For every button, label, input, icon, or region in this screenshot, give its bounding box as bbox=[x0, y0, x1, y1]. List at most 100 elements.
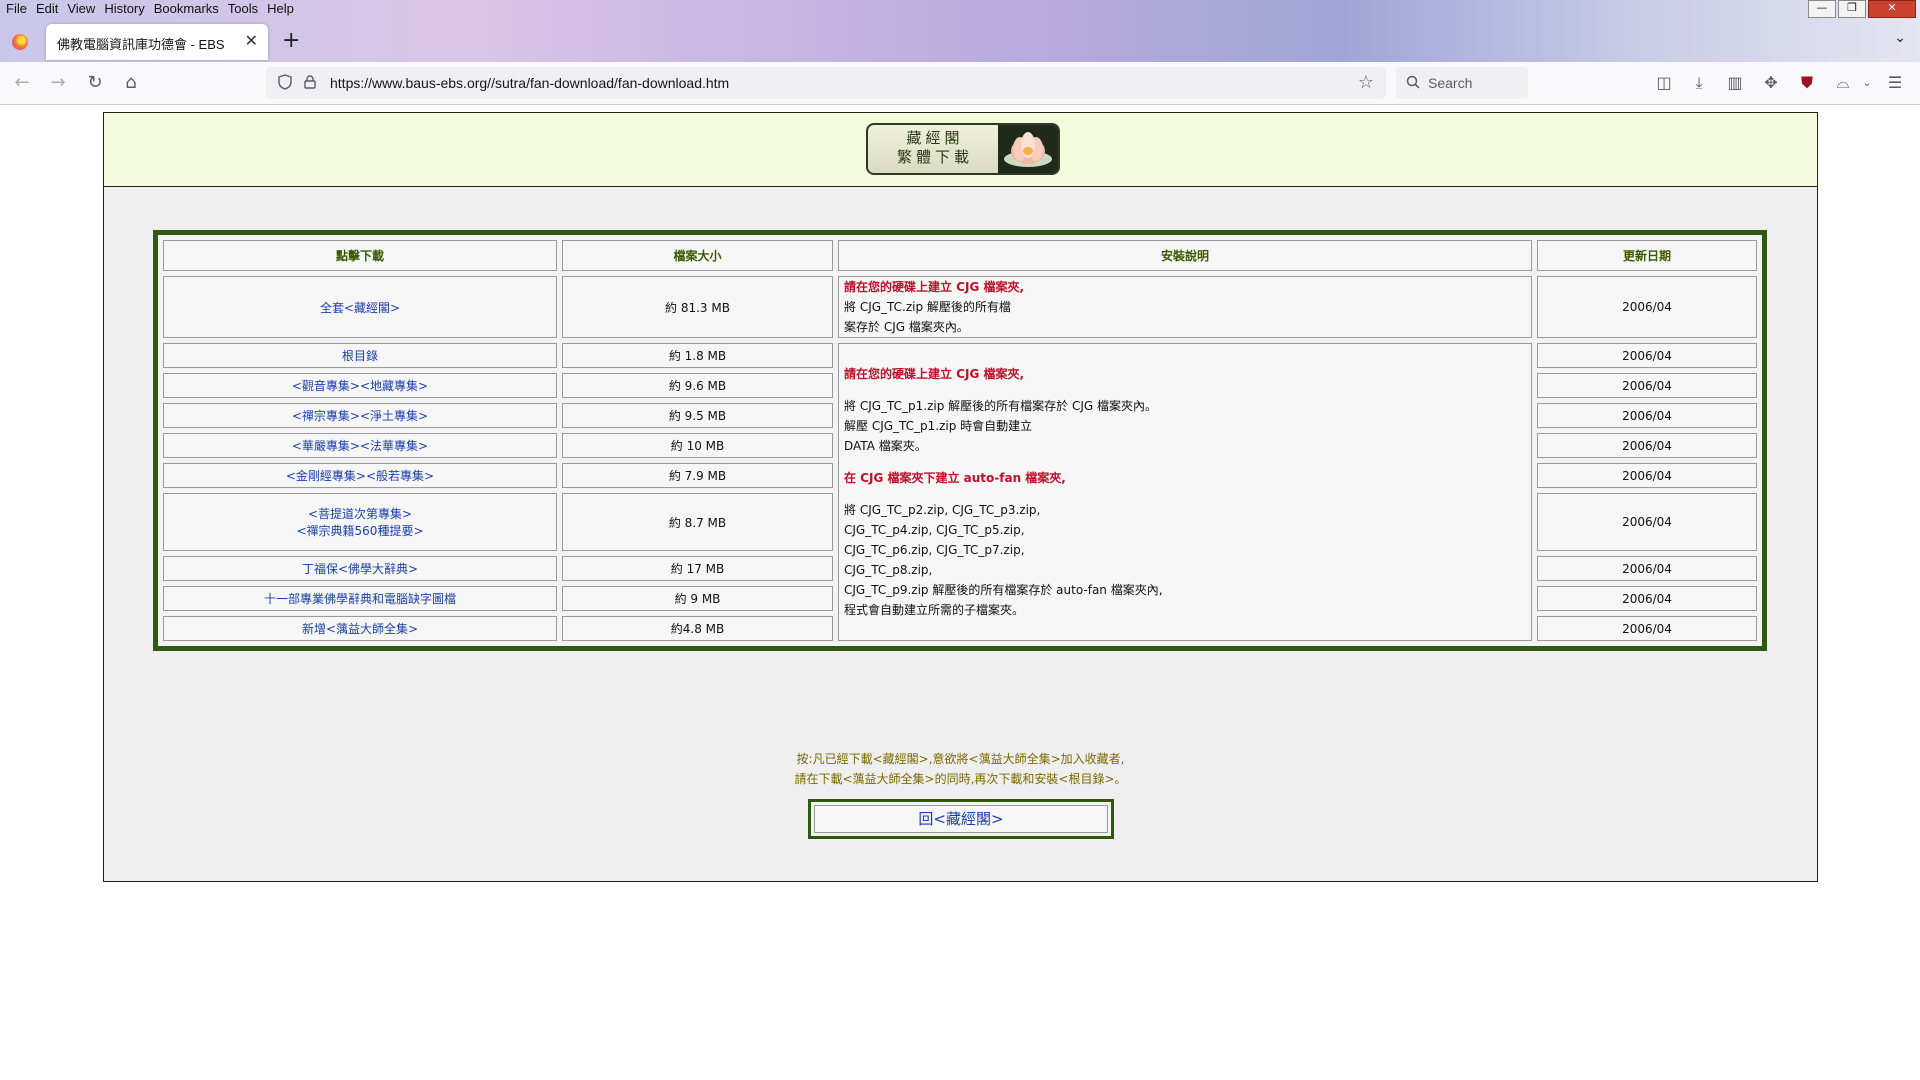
window-controls: — ❐ ✕ bbox=[1808, 0, 1916, 18]
table-header-row: 點擊下載 檔案大小 安裝說明 更新日期 bbox=[163, 240, 1757, 271]
download-link[interactable]: <禪宗專集><淨土專集> bbox=[292, 409, 428, 423]
instruction-line: 案存於 CJG 檔案夾內。 bbox=[844, 320, 969, 334]
page-frame: 藏經閣 繁體下載 點擊下載 檔案大小 安裝說明 更新日期 全套<藏經閣> 約 8… bbox=[103, 112, 1818, 882]
instruction-line: DATA 檔案夾。 bbox=[844, 439, 927, 453]
extensions-icon[interactable]: ✥ bbox=[1760, 72, 1782, 94]
date-cell: 2006/04 bbox=[1537, 373, 1757, 398]
tab-close-icon[interactable]: ✕ bbox=[245, 32, 258, 50]
app-menu-icon[interactable]: ☰ bbox=[1884, 72, 1906, 94]
bookmark-star-icon[interactable]: ☆ bbox=[1358, 72, 1374, 93]
menu-edit[interactable]: Edit bbox=[30, 0, 58, 18]
menu-tools[interactable]: Tools bbox=[222, 0, 258, 18]
search-bar[interactable]: Search bbox=[1396, 67, 1528, 99]
downloads-icon[interactable]: ⤓ bbox=[1688, 72, 1710, 94]
firefox-logo-icon bbox=[12, 34, 28, 50]
chevron-down-icon[interactable]: ⌄ bbox=[1856, 72, 1878, 94]
header-download: 點擊下載 bbox=[163, 240, 557, 271]
menu-bookmarks[interactable]: Bookmarks bbox=[148, 0, 219, 18]
download-cell: 十一部專業佛學辭典和電腦缺字圖檔 bbox=[163, 586, 557, 611]
download-table: 點擊下載 檔案大小 安裝說明 更新日期 全套<藏經閣> 約 81.3 MB 請在… bbox=[153, 230, 1767, 651]
size-cell: 約 7.9 MB bbox=[562, 463, 833, 488]
tab-title: 佛教電腦資訊庫功德會 - EBS bbox=[57, 37, 225, 52]
instructions-cell: 請在您的硬碟上建立 CJG 檔案夾, 將 CJG_TC_p1.zip 解壓後的所… bbox=[838, 343, 1532, 641]
size-cell: 約 9.6 MB bbox=[562, 373, 833, 398]
active-tab[interactable]: 佛教電腦資訊庫功德會 - EBS ✕ bbox=[46, 24, 268, 60]
logo-text: 藏經閣 繁體下載 bbox=[876, 129, 994, 167]
logo-line-2: 繁體下載 bbox=[896, 148, 973, 166]
back-link-box: 回<藏經閣> bbox=[808, 799, 1114, 839]
date-cell: 2006/04 bbox=[1537, 343, 1757, 368]
download-cell: <菩提道次第專集> <禪宗典籍560種提要> bbox=[163, 493, 557, 551]
table-row: 根目錄 約 1.8 MB 請在您的硬碟上建立 CJG 檔案夾, 將 CJG_TC… bbox=[163, 343, 1757, 641]
size-cell: 約 9 MB bbox=[562, 586, 833, 611]
instruction-heading: 在 CJG 檔案夾下建立 auto-fan 檔案夾, bbox=[844, 471, 1066, 485]
download-link[interactable]: <禪宗典籍560種提要> bbox=[296, 524, 423, 538]
menu-file[interactable]: File bbox=[0, 0, 27, 18]
lock-icon[interactable] bbox=[304, 75, 316, 89]
download-link[interactable]: 根目錄 bbox=[342, 349, 378, 363]
header-banner: 藏經閣 繁體下載 bbox=[104, 113, 1817, 187]
date-cell: 2006/04 bbox=[1537, 463, 1757, 488]
size-cell: 約 8.7 MB bbox=[562, 493, 833, 551]
size-cell: 約 17 MB bbox=[562, 556, 833, 581]
pocket-icon[interactable]: ◫ bbox=[1653, 72, 1675, 94]
headphones-icon[interactable]: ⌓ bbox=[1832, 72, 1854, 94]
instruction-heading: 請在您的硬碟上建立 CJG 檔案夾, bbox=[844, 367, 1025, 381]
download-link[interactable]: 十一部專業佛學辭典和電腦缺字圖檔 bbox=[264, 592, 456, 606]
table-row: 全套<藏經閣> 約 81.3 MB 請在您的硬碟上建立 CJG 檔案夾, 將 C… bbox=[163, 276, 1757, 338]
instruction-line: 將 CJG_TC_p2.zip, CJG_TC_p3.zip, bbox=[844, 503, 1041, 517]
new-tab-icon[interactable]: + bbox=[282, 30, 300, 52]
header-update-date: 更新日期 bbox=[1537, 240, 1757, 271]
search-placeholder: Search bbox=[1428, 75, 1473, 91]
site-logo[interactable]: 藏經閣 繁體下載 bbox=[866, 123, 1060, 175]
address-bar[interactable]: https://www.baus-ebs.org//sutra/fan-down… bbox=[266, 67, 1386, 99]
menu-help[interactable]: Help bbox=[261, 0, 294, 18]
download-cell: <觀音專集><地藏專集> bbox=[163, 373, 557, 398]
reload-icon[interactable]: ↻ bbox=[83, 71, 107, 95]
instruction-line: CJG_TC_p6.zip, CJG_TC_p7.zip, bbox=[844, 543, 1025, 557]
menu-history[interactable]: History bbox=[98, 0, 144, 18]
footnote-line: 請在下載<蕅益大師全集>的同時,再次下載和安裝<根目錄>。 bbox=[794, 772, 1127, 786]
date-cell: 2006/04 bbox=[1537, 433, 1757, 458]
footnote-line: 按:凡已經下載<藏經閣>,意欲將<蕅益大師全集>加入收藏者, bbox=[796, 752, 1125, 766]
instruction-line: 將 CJG_TC.zip 解壓後的所有檔 bbox=[844, 300, 1011, 314]
download-cell: 新增<蕅益大師全集> bbox=[163, 616, 557, 641]
date-cell: 2006/04 bbox=[1537, 556, 1757, 581]
download-cell: 全套<藏經閣> bbox=[163, 276, 557, 338]
download-cell: 丁福保<佛學大辭典> bbox=[163, 556, 557, 581]
url-text[interactable]: https://www.baus-ebs.org//sutra/fan-down… bbox=[330, 75, 729, 91]
footnote: 按:凡已經下載<藏經閣>,意欲將<蕅益大師全集>加入收藏者, 請在下載<蕅益大師… bbox=[104, 749, 1817, 789]
home-icon[interactable]: ⌂ bbox=[119, 71, 143, 95]
instructions-cell: 請在您的硬碟上建立 CJG 檔案夾, 將 CJG_TC.zip 解壓後的所有檔 … bbox=[838, 276, 1532, 338]
search-icon bbox=[1406, 75, 1420, 89]
forward-arrow-icon[interactable]: → bbox=[46, 71, 70, 95]
instruction-line: CJG_TC_p9.zip 解壓後的所有檔案存於 auto-fan 檔案夾內, bbox=[844, 583, 1163, 597]
close-window-button[interactable]: ✕ bbox=[1868, 0, 1916, 18]
ublock-shield-icon[interactable]: ⛊ bbox=[1796, 72, 1818, 94]
download-link[interactable]: 丁福保<佛學大辭典> bbox=[302, 562, 418, 576]
sidebar-icon[interactable]: ▥ bbox=[1724, 72, 1746, 94]
instruction-line: 程式會自動建立所需的子檔案夾。 bbox=[844, 603, 1025, 617]
logo-line-1: 藏經閣 bbox=[906, 129, 964, 147]
restore-button[interactable]: ❐ bbox=[1838, 0, 1866, 18]
back-arrow-icon[interactable]: ← bbox=[10, 71, 34, 95]
download-link[interactable]: <菩提道次第專集> bbox=[308, 507, 412, 521]
navigation-toolbar: ← → ↻ ⌂ https://www.baus-ebs.org//sutra/… bbox=[0, 62, 1920, 105]
menu-view[interactable]: View bbox=[61, 0, 95, 18]
download-cell: <華嚴專集><法華專集> bbox=[163, 433, 557, 458]
list-tabs-icon[interactable]: ⌄ bbox=[1894, 30, 1906, 46]
download-link[interactable]: <華嚴專集><法華專集> bbox=[292, 439, 428, 453]
header-instructions: 安裝說明 bbox=[838, 240, 1532, 271]
back-link[interactable]: 回<藏經閣> bbox=[814, 805, 1108, 833]
menu-bar: File Edit View History Bookmarks Tools H… bbox=[0, 0, 297, 18]
download-link[interactable]: 全套<藏經閣> bbox=[320, 301, 400, 315]
instruction-heading: 請在您的硬碟上建立 CJG 檔案夾, bbox=[844, 280, 1025, 294]
tracking-shield-icon[interactable] bbox=[278, 74, 292, 90]
download-cell: <禪宗專集><淨土專集> bbox=[163, 403, 557, 428]
download-link[interactable]: <金剛經專集><般若專集> bbox=[286, 469, 434, 483]
download-link[interactable]: 新增<蕅益大師全集> bbox=[302, 622, 418, 636]
download-link[interactable]: <觀音專集><地藏專集> bbox=[292, 379, 428, 393]
instruction-line: CJG_TC_p4.zip, CJG_TC_p5.zip, bbox=[844, 523, 1025, 537]
size-cell: 約 81.3 MB bbox=[562, 276, 833, 338]
minimize-button[interactable]: — bbox=[1808, 0, 1836, 18]
